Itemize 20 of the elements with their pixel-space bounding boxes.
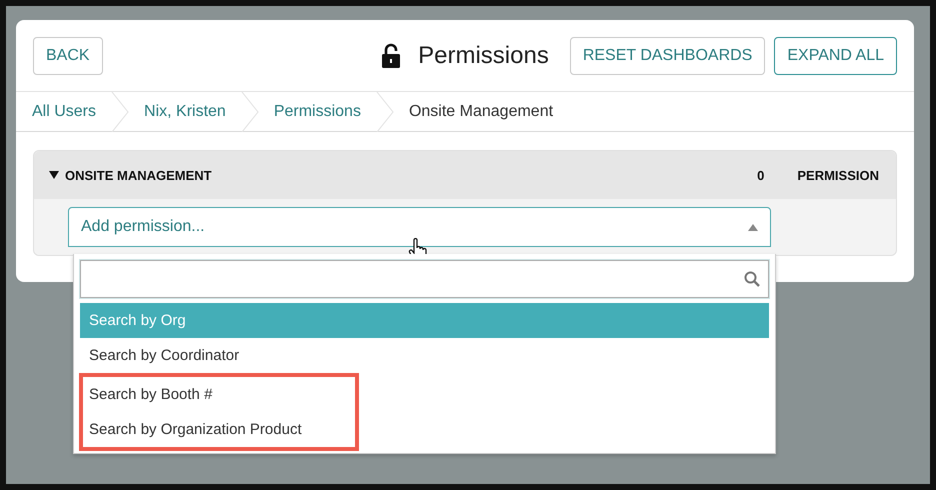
dropdown-option[interactable]: Search by Coordinator <box>80 338 769 373</box>
permission-select[interactable]: Add permission... <box>68 207 771 247</box>
dropdown-option[interactable]: Search by Org <box>80 303 769 338</box>
column-heading: PERMISSION <box>797 168 879 182</box>
dropdown-option[interactable]: Search by Organization Product <box>83 412 355 447</box>
breadcrumb-link[interactable]: Permissions <box>274 102 375 120</box>
section-title: ONSITE MANAGEMENT <box>65 168 213 182</box>
dropdown-option[interactable]: Search by Booth # <box>83 377 355 412</box>
page-title: Permissions <box>418 42 549 70</box>
search-field[interactable] <box>80 260 769 298</box>
search-icon <box>744 271 760 287</box>
header-button[interactable]: RESET DASHBOARDS <box>570 36 766 74</box>
breadcrumb-link[interactable]: Onsite Management <box>408 102 568 120</box>
caret-icon[interactable] <box>49 170 59 180</box>
header-button[interactable]: EXPAND ALL <box>774 36 897 74</box>
breadcrumb-link[interactable]: Nix, Kristen <box>144 102 240 120</box>
caret-icon <box>748 223 758 231</box>
breadcrumb-link[interactable]: All Users <box>32 102 110 120</box>
permission-count: 0 <box>757 168 764 182</box>
back-button[interactable]: BACK <box>33 36 103 74</box>
